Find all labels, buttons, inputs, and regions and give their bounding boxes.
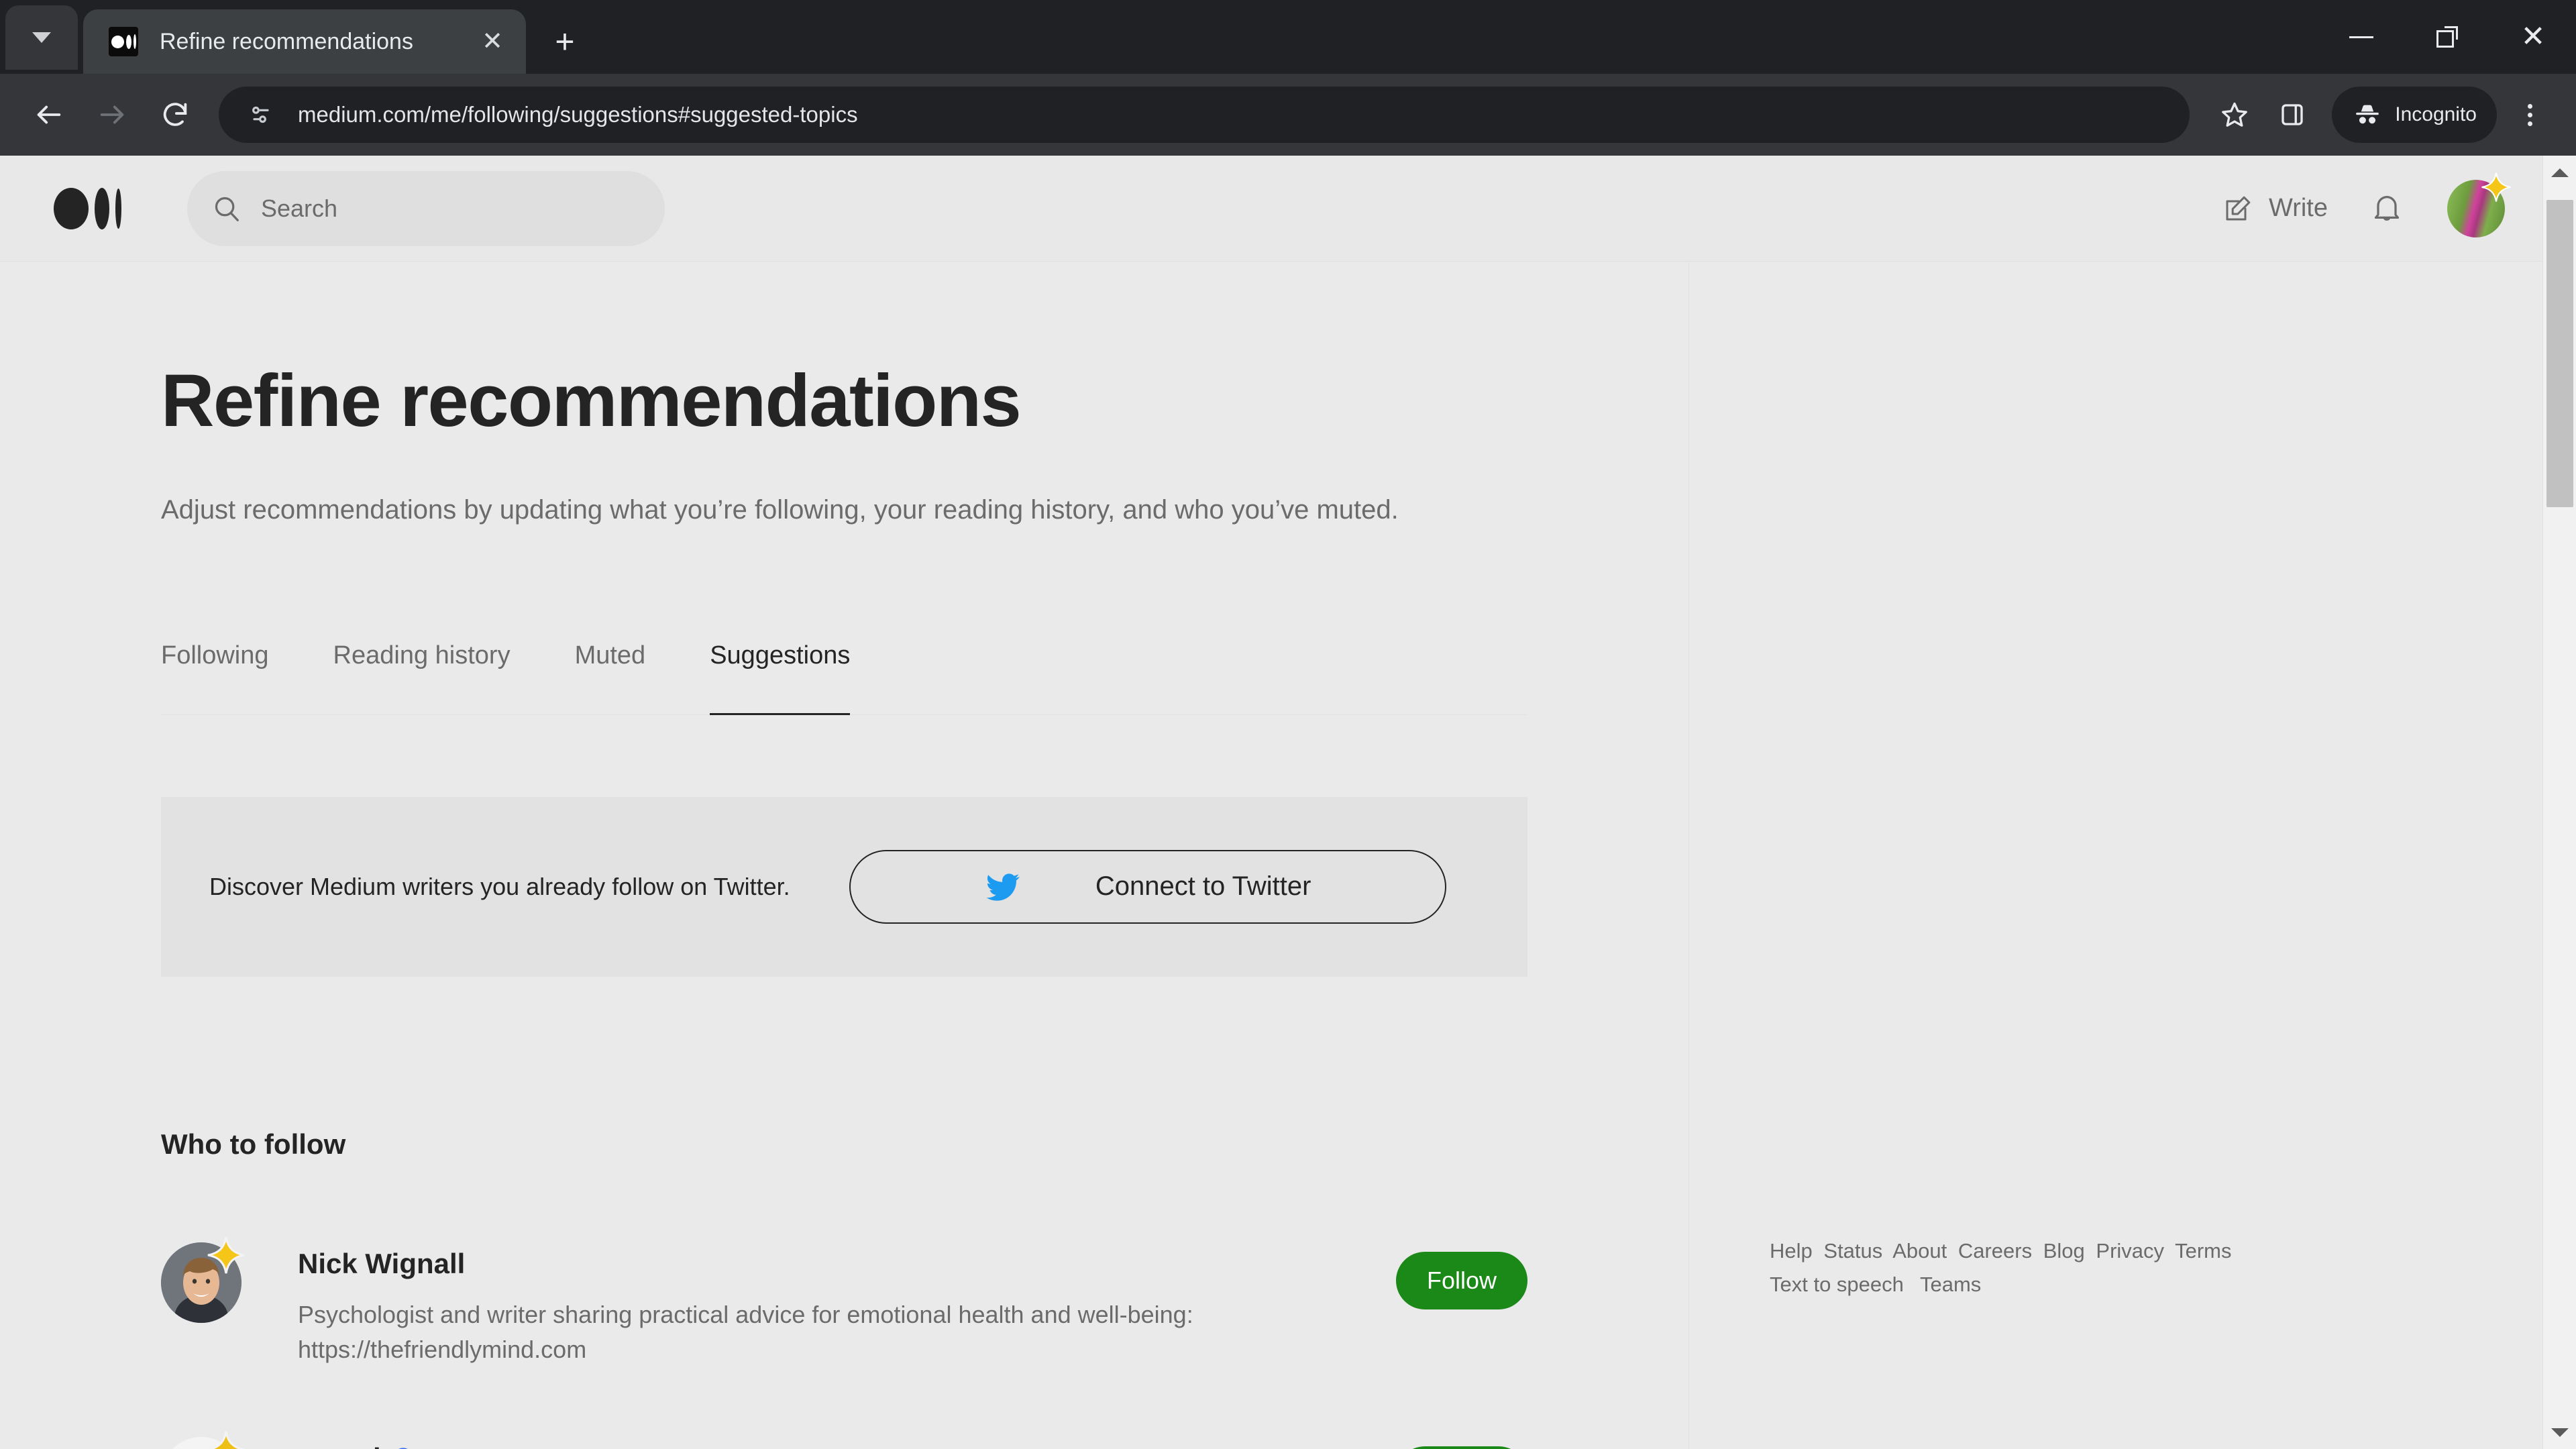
- triangle-down-icon: [2551, 1428, 2569, 1437]
- arrow-left-icon: [37, 105, 61, 124]
- search-input[interactable]: Search: [187, 170, 665, 246]
- follow-button[interactable]: Follow: [1396, 1446, 1527, 1449]
- right-sidebar: Help Status About Careers Blog Privacy T…: [1689, 262, 2542, 1449]
- page-content: Refine recommendations Adjust recommenda…: [0, 262, 2542, 1449]
- scrollbar-down-button[interactable]: [2543, 1415, 2576, 1449]
- incognito-indicator[interactable]: Incognito: [2332, 87, 2497, 143]
- scrollbar-thumb[interactable]: [2546, 200, 2573, 507]
- write-label: Write: [2269, 194, 2328, 222]
- star-badge-icon: [207, 1431, 245, 1449]
- footer-link-terms[interactable]: Terms: [2175, 1239, 2231, 1263]
- browser-tab-refine-recommendations[interactable]: Refine recommendations ✕: [83, 9, 526, 74]
- footer-link-text-to-speech[interactable]: Text to speech: [1770, 1273, 1904, 1296]
- kebab-menu-icon: [2527, 103, 2532, 126]
- main-column: Refine recommendations Adjust recommenda…: [0, 262, 1689, 1449]
- browser-toolbar: medium.com/me/following/suggestions#sugg…: [0, 74, 2576, 156]
- medium-logo-icon[interactable]: [54, 187, 121, 229]
- incognito-label: Incognito: [2395, 103, 2477, 125]
- header-actions: Write: [2206, 172, 2511, 237]
- reload-button[interactable]: [144, 83, 207, 146]
- who-to-follow-item: Nick Wignall Psychologist and writer sha…: [161, 1236, 1527, 1367]
- person-name[interactable]: Nick Wignall: [298, 1248, 1396, 1280]
- url-text: medium.com/me/following/suggestions#sugg…: [298, 102, 858, 127]
- person-name-text: smoul: [298, 1442, 381, 1449]
- scrollbar-up-button[interactable]: [2543, 156, 2576, 189]
- page-viewport: Search Write Refine recommendations Adju…: [0, 156, 2576, 1449]
- twitter-connect-banner: Discover Medium writers you already foll…: [161, 796, 1527, 977]
- star-badge-icon: [2481, 172, 2511, 202]
- write-pencil-icon: [2226, 196, 2251, 220]
- window-minimize-button[interactable]: [2318, 0, 2404, 74]
- person-bio: Psychologist and writer sharing practica…: [298, 1300, 1193, 1363]
- window-controls: ✕: [2318, 0, 2576, 74]
- twitter-bird-icon: [986, 873, 1020, 901]
- new-tab-button[interactable]: +: [541, 17, 589, 66]
- notifications-button[interactable]: [2344, 191, 2430, 226]
- person-avatar[interactable]: [161, 1431, 245, 1449]
- who-to-follow-heading: Who to follow: [161, 1128, 346, 1160]
- forward-button[interactable]: [80, 83, 144, 146]
- star-badge-icon: [207, 1236, 245, 1273]
- arrow-right-icon: [100, 105, 124, 124]
- write-button[interactable]: Write: [2206, 193, 2344, 225]
- user-avatar[interactable]: [2447, 172, 2511, 237]
- footer-link-teams[interactable]: Teams: [1920, 1273, 1981, 1296]
- tab-following[interactable]: Following: [161, 641, 269, 714]
- connect-to-twitter-button[interactable]: Connect to Twitter: [849, 849, 1446, 924]
- window-maximize-button[interactable]: [2404, 0, 2490, 74]
- footer-link-about[interactable]: About: [1892, 1239, 1947, 1263]
- footer-links: Help Status About Careers Blog Privacy T…: [1770, 1234, 2320, 1301]
- incognito-hat-icon: [2356, 105, 2379, 124]
- footer-link-careers[interactable]: Careers: [1958, 1239, 2032, 1263]
- tab-muted[interactable]: Muted: [575, 641, 646, 714]
- page-title: Refine recommendations: [161, 360, 1022, 442]
- footer-links-row-2: Text to speech Teams: [1770, 1268, 2320, 1301]
- chevron-down-icon: [32, 32, 51, 43]
- tab-title: Refine recommendations: [160, 28, 413, 54]
- browser-window: Refine recommendations ✕ + ✕ medium.com/…: [0, 0, 2576, 1449]
- tab-strip: Refine recommendations ✕ + ✕: [0, 0, 2576, 74]
- side-panel-icon[interactable]: [2263, 86, 2321, 144]
- browser-menu-button[interactable]: [2501, 86, 2559, 144]
- footer-link-blog[interactable]: Blog: [2043, 1239, 2085, 1263]
- person-name[interactable]: smoul: [298, 1442, 1396, 1449]
- tab-suggestions[interactable]: Suggestions: [710, 641, 851, 715]
- footer-links-row-1: Help Status About Careers Blog Privacy T…: [1770, 1234, 2320, 1268]
- triangle-up-icon: [2551, 168, 2569, 177]
- minimize-icon: [2349, 36, 2373, 38]
- search-placeholder: Search: [261, 194, 338, 222]
- address-bar[interactable]: medium.com/me/following/suggestions#sugg…: [219, 87, 2190, 143]
- bookmark-star-icon[interactable]: [2206, 86, 2263, 144]
- close-icon: ✕: [2520, 20, 2546, 53]
- person-avatar[interactable]: [161, 1236, 245, 1323]
- reload-icon: [163, 103, 187, 126]
- footer-link-help[interactable]: Help: [1770, 1239, 1813, 1263]
- person-name-text: Nick Wignall: [298, 1247, 466, 1279]
- page-info-icon[interactable]: [239, 93, 283, 137]
- window-close-button[interactable]: ✕: [2490, 0, 2576, 74]
- follow-button[interactable]: Follow: [1396, 1251, 1527, 1309]
- who-to-follow-item: smoul Follow: [161, 1431, 1527, 1449]
- page-scrollbar[interactable]: [2542, 156, 2576, 1449]
- connect-to-twitter-label: Connect to Twitter: [1095, 871, 1311, 901]
- medium-site-header: Search Write: [0, 156, 2542, 262]
- medium-page: Search Write Refine recommendations Adju…: [0, 156, 2542, 1449]
- bell-icon: [2374, 195, 2400, 221]
- person-info: Nick Wignall Psychologist and writer sha…: [298, 1242, 1396, 1367]
- person-info: smoul: [298, 1437, 1396, 1449]
- footer-link-status[interactable]: Status: [1823, 1239, 1882, 1263]
- medium-favicon-icon: [109, 27, 138, 56]
- back-button[interactable]: [17, 83, 80, 146]
- footer-link-privacy[interactable]: Privacy: [2096, 1239, 2164, 1263]
- search-icon: [215, 197, 239, 221]
- tab-close-button[interactable]: ✕: [475, 24, 510, 59]
- tab-reading-history[interactable]: Reading history: [333, 641, 511, 714]
- twitter-banner-text: Discover Medium writers you already foll…: [209, 872, 790, 900]
- tab-search-button[interactable]: [5, 5, 78, 70]
- page-subtitle: Adjust recommendations by updating what …: [161, 494, 1399, 525]
- section-tabs: Following Reading history Muted Suggesti…: [161, 641, 1527, 715]
- restore-icon: [2436, 26, 2458, 48]
